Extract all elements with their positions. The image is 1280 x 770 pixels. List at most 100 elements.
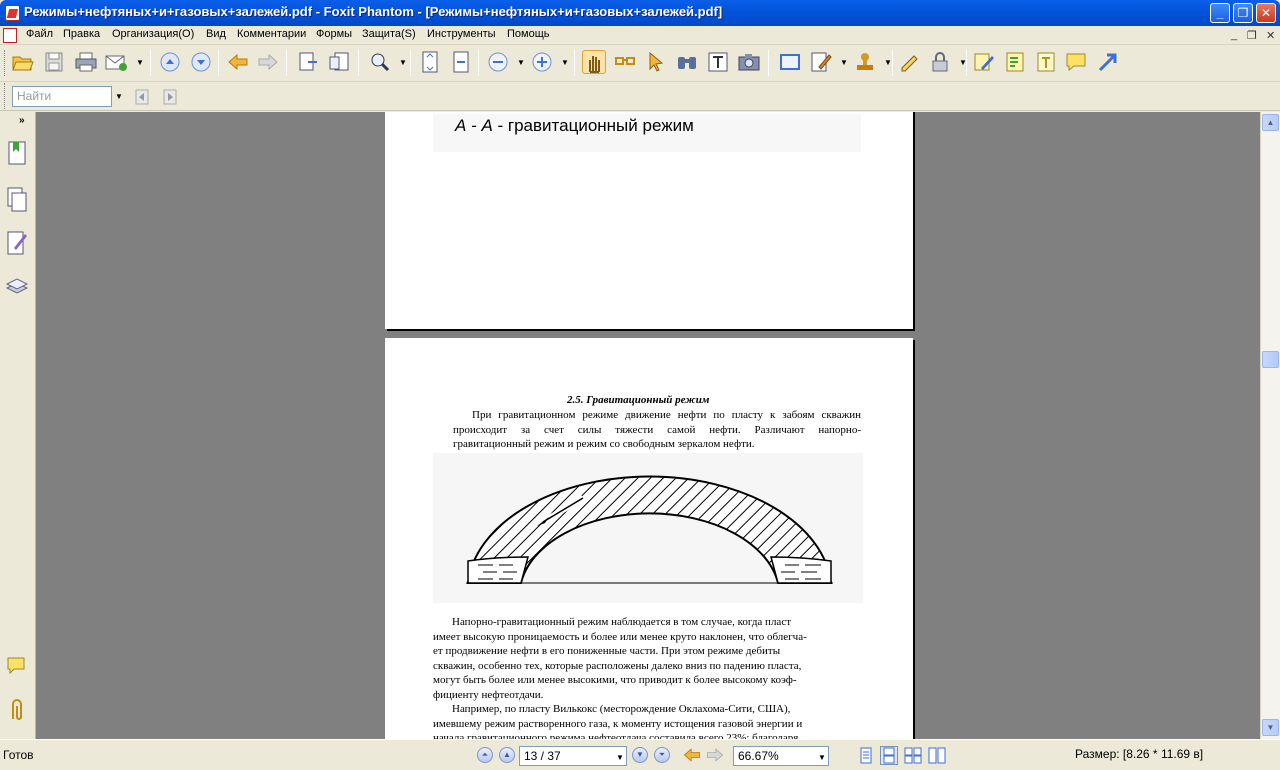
edit-icon[interactable] bbox=[809, 50, 833, 74]
navigation-panel: » bbox=[0, 112, 36, 739]
menu-tools[interactable]: Инструменты bbox=[427, 28, 496, 40]
paragraph-3: Например, по пласту Вилькокс (месторожде… bbox=[433, 703, 803, 739]
section-heading: 2.5. Гравитационный режим bbox=[567, 394, 710, 406]
zoom-dropdown-icon[interactable]: ▼ bbox=[399, 58, 407, 67]
zoom-out-icon[interactable] bbox=[486, 50, 510, 74]
find-binoculars-icon[interactable] bbox=[675, 50, 699, 74]
select-arrow-icon[interactable] bbox=[644, 50, 668, 74]
extract-page-icon[interactable] bbox=[296, 50, 320, 74]
scroll-thumb[interactable] bbox=[1262, 351, 1279, 368]
menu-edit[interactable]: Правка bbox=[63, 28, 100, 40]
mdi-minimize-button[interactable]: _ bbox=[1231, 29, 1237, 41]
scroll-up-button[interactable]: ▲ bbox=[1262, 114, 1279, 131]
figure-caption: А - А - гравитационный режим bbox=[455, 116, 694, 135]
page-up-icon[interactable] bbox=[158, 50, 182, 74]
menu-view[interactable]: Вид bbox=[206, 28, 226, 40]
single-page-view-icon[interactable] bbox=[858, 747, 874, 764]
text-select-icon[interactable] bbox=[706, 50, 730, 74]
forward-icon[interactable] bbox=[705, 745, 725, 765]
zoom-out-dropdown-icon[interactable]: ▼ bbox=[517, 58, 525, 67]
restore-button[interactable]: ❐ bbox=[1233, 3, 1253, 23]
mdi-close-button[interactable]: ✕ bbox=[1266, 29, 1275, 42]
vertical-scrollbar[interactable]: ▲ ▼ bbox=[1260, 112, 1280, 739]
first-page-button[interactable]: ⏶ bbox=[477, 747, 493, 763]
document-viewport[interactable]: А - А - гравитационный режим 2.5. Гравит… bbox=[36, 112, 1260, 739]
forward-icon[interactable] bbox=[256, 50, 280, 74]
camera-icon[interactable] bbox=[737, 50, 761, 74]
fit-width-icon[interactable] bbox=[449, 50, 473, 74]
insert-page-icon[interactable] bbox=[327, 50, 351, 74]
save-icon[interactable] bbox=[42, 50, 66, 74]
menu-help[interactable]: Помощь bbox=[507, 28, 550, 40]
toolbar-separator bbox=[892, 50, 893, 76]
bookmarks-icon[interactable] bbox=[5, 140, 29, 166]
menu-comments[interactable]: Комментарии bbox=[237, 28, 306, 40]
rectangle-icon[interactable] bbox=[778, 50, 802, 74]
continuous-facing-view-icon[interactable] bbox=[928, 747, 946, 764]
email-dropdown-icon[interactable]: ▼ bbox=[136, 58, 144, 67]
comment-icon[interactable] bbox=[1064, 50, 1088, 74]
scroll-down-button[interactable]: ▼ bbox=[1262, 719, 1279, 736]
next-page-button[interactable]: ▼ bbox=[632, 747, 648, 763]
menu-bar: Файл Правка Организация(О) Вид Комментар… bbox=[0, 26, 1280, 45]
toolbar-grip[interactable] bbox=[4, 83, 7, 109]
page-dropdown-icon[interactable]: ▼ bbox=[616, 753, 624, 762]
print-icon[interactable] bbox=[74, 50, 98, 74]
form-edit-icon[interactable] bbox=[1004, 50, 1028, 74]
text-box-icon[interactable] bbox=[1034, 50, 1058, 74]
previous-page-button[interactable]: ▲ bbox=[499, 747, 515, 763]
document-icon[interactable] bbox=[3, 28, 17, 43]
find-next-icon[interactable] bbox=[158, 85, 182, 109]
attachments-icon[interactable] bbox=[5, 697, 29, 723]
mdi-restore-button[interactable]: ❐ bbox=[1247, 29, 1257, 42]
toolbar-grip[interactable] bbox=[4, 50, 7, 76]
menu-forms[interactable]: Формы bbox=[316, 28, 352, 40]
sign-icon[interactable] bbox=[898, 50, 922, 74]
page-down-icon[interactable] bbox=[189, 50, 213, 74]
lock-icon[interactable] bbox=[928, 50, 952, 74]
pages-thumbnails-icon[interactable] bbox=[5, 187, 29, 213]
search-dropdown-icon[interactable]: ▼ bbox=[115, 92, 123, 101]
stamp-dropdown-icon[interactable]: ▼ bbox=[884, 58, 892, 67]
status-bar: Готов ⏶ ▲ 13 / 37 ▼ ▼ ⏷ 66.67% ▼ Размер:… bbox=[0, 739, 1280, 770]
annotations-icon[interactable] bbox=[5, 230, 29, 256]
continuous-view-icon[interactable] bbox=[880, 746, 898, 765]
pdf-page: А - А - гравитационный режим bbox=[385, 112, 913, 329]
toolbar-separator bbox=[410, 50, 411, 76]
page-number-field[interactable]: 13 / 37 bbox=[519, 746, 627, 766]
last-page-button[interactable]: ⏷ bbox=[654, 747, 670, 763]
expand-panel-icon[interactable]: » bbox=[19, 115, 25, 126]
facing-view-icon[interactable] bbox=[904, 747, 922, 764]
zoom-level-dropdown-icon[interactable]: ▼ bbox=[818, 753, 826, 762]
menu-organize[interactable]: Организация(О) bbox=[112, 28, 194, 40]
zoom-in-dropdown-icon[interactable]: ▼ bbox=[561, 58, 569, 67]
zoom-level-field[interactable]: 66.67% bbox=[733, 746, 829, 766]
toolbar-separator bbox=[478, 50, 479, 76]
search-input[interactable]: Найти bbox=[12, 86, 112, 107]
fit-page-icon[interactable] bbox=[418, 50, 442, 74]
zoom-in-icon[interactable] bbox=[530, 50, 554, 74]
paragraph-1: При гравитационном режиме движение нефти… bbox=[453, 409, 861, 450]
toolbar-separator bbox=[286, 50, 287, 76]
menu-protect[interactable]: Защита(S) bbox=[362, 28, 416, 40]
snapshot-glasses-icon[interactable] bbox=[613, 50, 637, 74]
back-icon[interactable] bbox=[682, 745, 702, 765]
minimize-button[interactable]: _ bbox=[1210, 3, 1230, 23]
find-previous-icon[interactable] bbox=[130, 85, 154, 109]
stamp-icon[interactable] bbox=[853, 50, 877, 74]
zoom-icon[interactable] bbox=[368, 50, 392, 74]
layers-icon[interactable] bbox=[5, 274, 29, 300]
comments-panel-icon[interactable] bbox=[5, 654, 29, 680]
open-folder-icon[interactable] bbox=[11, 50, 35, 74]
toolbar-separator bbox=[150, 50, 151, 76]
back-icon[interactable] bbox=[226, 50, 250, 74]
edit-dropdown-icon[interactable]: ▼ bbox=[840, 58, 848, 67]
email-icon[interactable] bbox=[104, 50, 128, 74]
title-bar: Режимы+нефтяных+и+газовых+залежей.pdf - … bbox=[0, 0, 1280, 26]
toolbar-separator bbox=[218, 50, 219, 76]
arrow-tool-icon[interactable] bbox=[1096, 50, 1120, 74]
hand-tool-icon[interactable] bbox=[582, 50, 606, 74]
close-button[interactable]: ✕ bbox=[1256, 3, 1276, 23]
menu-file[interactable]: Файл bbox=[26, 28, 53, 40]
note-pencil-icon[interactable] bbox=[972, 50, 996, 74]
